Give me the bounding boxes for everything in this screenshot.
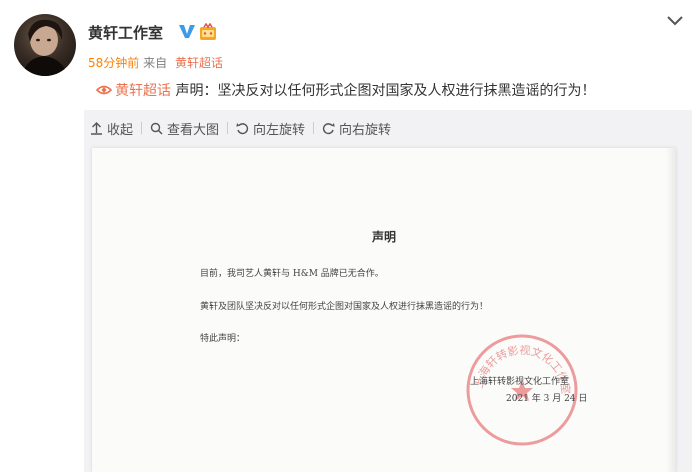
post-source[interactable]: 黄轩超话 xyxy=(175,56,223,70)
topic-link-label[interactable]: 黄轩超话 xyxy=(115,83,171,99)
document-line: 特此声明： xyxy=(200,334,246,344)
rotate-right-icon xyxy=(322,122,335,134)
document-edge-shadow xyxy=(666,148,676,472)
collapse-arrow-icon xyxy=(91,121,102,135)
rotate-left-label: 向左旋转 xyxy=(253,122,306,138)
post-body: 声明：坚决反对以任何形式企图对国家及人权进行抹黑造谣的行为！ xyxy=(171,83,596,99)
document-date: 2021 年 3 月 24 日 xyxy=(506,394,588,404)
chevron-down-icon[interactable] xyxy=(666,14,684,28)
statement-document-image[interactable]: 声明 目前，我司艺人黄轩与 H&M 品牌已无合作。 黄轩及团队坚决反对以任何形式… xyxy=(92,148,676,472)
post-meta: 58分钟前 来自 黄轩超话 xyxy=(88,54,223,71)
collapse-button[interactable]: 收起 xyxy=(84,119,141,138)
post-time[interactable]: 58分钟前 xyxy=(88,56,139,70)
company-seal-icon: 上海轩转影视文化工作室 xyxy=(466,334,578,446)
avatar[interactable] xyxy=(14,14,76,76)
media-panel: 收起 查看大图 向左旋转 向右旋转 声明 目前，我司艺人黄轩与 H&M 品牌已无… xyxy=(84,110,692,472)
from-label: 来自 xyxy=(143,56,168,70)
rotate-left-icon xyxy=(236,122,249,134)
eye-diamond-icon xyxy=(96,85,112,95)
document-signature: 上海轩转影视文化工作室 xyxy=(470,377,570,387)
document-line: 黄轩及团队坚决反对以任何形式企图对国家及人权进行抹黑造谣的行为！ xyxy=(200,302,489,312)
rotate-left-button[interactable]: 向左旋转 xyxy=(228,119,313,138)
collapse-label: 收起 xyxy=(107,122,134,138)
view-large-label: 查看大图 xyxy=(167,122,220,138)
verified-v-icon xyxy=(179,25,195,38)
document-line: 目前，我司艺人黄轩与 H&M 品牌已无合作。 xyxy=(200,269,384,279)
post-text: 黄轩超话 声明：坚决反对以任何形式企图对国家及人权进行抹黑造谣的行为！ xyxy=(96,80,595,100)
topic-link[interactable]: 黄轩超话 xyxy=(96,83,171,99)
document-title: 声明 xyxy=(371,230,396,244)
rotate-right-button[interactable]: 向右旋转 xyxy=(314,119,399,138)
vip-badge-icon[interactable] xyxy=(198,23,218,41)
magnifier-icon xyxy=(150,122,163,135)
view-large-button[interactable]: 查看大图 xyxy=(142,119,227,138)
poster-name[interactable]: 黄轩工作室 xyxy=(88,22,163,43)
rotate-right-label: 向右旋转 xyxy=(339,122,392,138)
media-toolbar: 收起 查看大图 向左旋转 向右旋转 xyxy=(84,110,692,146)
